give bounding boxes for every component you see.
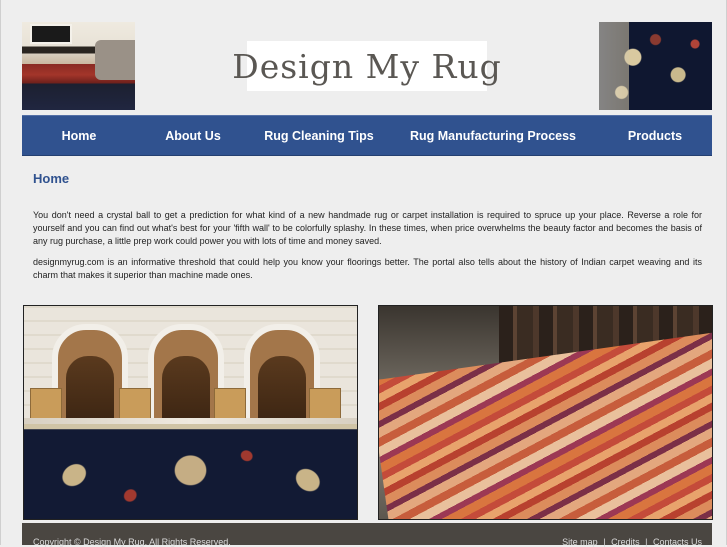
footer-links: Site map | Credits | Contacts Us (562, 537, 702, 547)
site-logo-text: Design My Rug (232, 46, 502, 86)
photo-arch (148, 324, 224, 431)
footer-separator: | (645, 537, 648, 547)
footer: Copyright © Design My Rug. All Rights Re… (22, 523, 712, 547)
photo-carpet (24, 424, 357, 519)
photo-palace-hall-carpet (23, 305, 358, 520)
photo-pillar (214, 388, 246, 422)
header-photo-rug-closeup (599, 22, 712, 110)
photo-pillar (119, 388, 151, 422)
nav-item-about-us[interactable]: About Us (136, 116, 250, 155)
main-nav: Home About Us Rug Cleaning Tips Rug Manu… (22, 115, 712, 156)
footer-link-credits[interactable]: Credits (611, 537, 640, 547)
nav-item-rug-manufacturing-process[interactable]: Rug Manufacturing Process (388, 116, 598, 155)
photo-arch-doorway (258, 356, 306, 426)
page: Design My Rug Home About Us Rug Cleaning… (0, 0, 727, 547)
photo-arch-doorway (162, 356, 210, 426)
nav-item-rug-cleaning-tips[interactable]: Rug Cleaning Tips (250, 116, 388, 155)
footer-separator: | (603, 537, 606, 547)
nav-item-products[interactable]: Products (598, 116, 712, 155)
header-photo-living-room-rug (22, 22, 135, 110)
photo-wall (24, 306, 357, 431)
intro-paragraph: You don't need a crystal ball to get a p… (33, 210, 702, 246)
header: Design My Rug (1, 0, 727, 115)
photo-arch (52, 324, 128, 431)
photo-pillar (30, 388, 62, 422)
footer-link-site-map[interactable]: Site map (562, 537, 598, 547)
footer-link-contact-us[interactable]: Contacts Us (653, 537, 702, 547)
photo-arch-doorway (66, 356, 114, 426)
photo-striped-rug-outdoors (378, 305, 713, 520)
page-title: Home (33, 171, 70, 186)
copyright-text: Copyright © Design My Rug. All Rights Re… (33, 537, 231, 547)
photo-pillar (309, 388, 341, 422)
nav-item-home[interactable]: Home (22, 116, 136, 155)
about-paragraph: designmyrug.com is an informative thresh… (33, 257, 702, 280)
site-logo[interactable]: Design My Rug (232, 41, 501, 91)
